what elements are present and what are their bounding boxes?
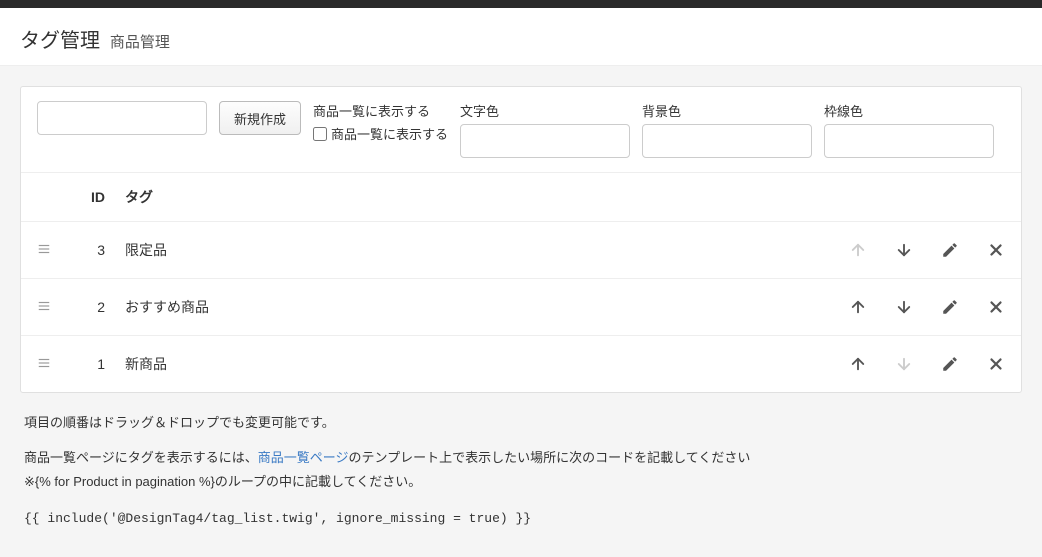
drag-handle-icon[interactable] bbox=[37, 242, 75, 259]
topbar bbox=[0, 0, 1042, 8]
move-down-icon bbox=[895, 355, 913, 373]
drag-handle-icon[interactable] bbox=[37, 356, 75, 373]
row-tag-name: おすすめ商品 bbox=[125, 297, 785, 317]
move-down-icon[interactable] bbox=[895, 298, 913, 316]
text-color-label: 文字色 bbox=[460, 101, 630, 120]
product-list-page-link[interactable]: 商品一覧ページ bbox=[258, 450, 349, 465]
show-in-list-group: 商品一覧に表示する 商品一覧に表示する bbox=[313, 101, 448, 143]
tag-name-input[interactable] bbox=[37, 101, 207, 135]
page-header: タグ管理 商品管理 bbox=[0, 8, 1042, 66]
row-tag-name: 限定品 bbox=[125, 240, 785, 260]
th-id: ID bbox=[75, 189, 125, 205]
row-id: 1 bbox=[75, 356, 125, 372]
move-down-icon[interactable] bbox=[895, 241, 913, 259]
border-color-input[interactable] bbox=[824, 124, 994, 158]
content-area: 新規作成 商品一覧に表示する 商品一覧に表示する 文字色 背景色 枠線色 bbox=[0, 66, 1042, 557]
footer-notes: 項目の順番はドラッグ＆ドロップでも変更可能です。 商品一覧ページにタグを表示する… bbox=[20, 393, 1022, 537]
row-id: 2 bbox=[75, 299, 125, 315]
border-color-label: 枠線色 bbox=[824, 101, 994, 120]
show-in-list-label: 商品一覧に表示する bbox=[313, 101, 448, 120]
show-in-list-checkbox-label: 商品一覧に表示する bbox=[331, 124, 448, 143]
footer-code-snippet: {{ include('@DesignTag4/tag_list.twig', … bbox=[24, 507, 1018, 530]
page-title: タグ管理 bbox=[20, 30, 100, 52]
show-in-list-checkbox-row[interactable]: 商品一覧に表示する bbox=[313, 124, 448, 143]
bg-color-label: 背景色 bbox=[642, 101, 812, 120]
footer-template-note: 商品一覧ページにタグを表示するには、商品一覧ページのテンプレート上で表示したい場… bbox=[24, 446, 1018, 469]
move-up-icon[interactable] bbox=[849, 298, 867, 316]
table-header: ID タグ bbox=[21, 172, 1021, 221]
edit-icon[interactable] bbox=[941, 298, 959, 316]
table-row: 3限定品 bbox=[21, 221, 1021, 278]
table-row: 2おすすめ商品 bbox=[21, 278, 1021, 335]
border-color-group: 枠線色 bbox=[824, 101, 994, 158]
drag-handle-icon[interactable] bbox=[37, 299, 75, 316]
row-id: 3 bbox=[75, 242, 125, 258]
filter-row: 新規作成 商品一覧に表示する 商品一覧に表示する 文字色 背景色 枠線色 bbox=[21, 87, 1021, 172]
move-up-icon bbox=[849, 241, 867, 259]
delete-icon[interactable] bbox=[987, 298, 1005, 316]
text-color-input[interactable] bbox=[460, 124, 630, 158]
table-body: 3限定品2おすすめ商品1新商品 bbox=[21, 221, 1021, 392]
delete-icon[interactable] bbox=[987, 241, 1005, 259]
edit-icon[interactable] bbox=[941, 355, 959, 373]
text-color-group: 文字色 bbox=[460, 101, 630, 158]
table-row: 1新商品 bbox=[21, 335, 1021, 392]
page-subtitle: 商品管理 bbox=[110, 34, 170, 51]
bg-color-input[interactable] bbox=[642, 124, 812, 158]
bg-color-group: 背景色 bbox=[642, 101, 812, 158]
th-tag: タグ bbox=[125, 187, 785, 207]
show-in-list-checkbox[interactable] bbox=[313, 127, 327, 141]
edit-icon[interactable] bbox=[941, 241, 959, 259]
delete-icon[interactable] bbox=[987, 355, 1005, 373]
footer-drag-note: 項目の順番はドラッグ＆ドロップでも変更可能です。 bbox=[24, 411, 1018, 434]
main-panel: 新規作成 商品一覧に表示する 商品一覧に表示する 文字色 背景色 枠線色 bbox=[20, 86, 1022, 393]
create-button[interactable]: 新規作成 bbox=[219, 101, 301, 135]
footer-loop-note: ※{% for Product in pagination %}のループの中に記… bbox=[24, 470, 1018, 493]
row-tag-name: 新商品 bbox=[125, 354, 785, 374]
move-up-icon[interactable] bbox=[849, 355, 867, 373]
